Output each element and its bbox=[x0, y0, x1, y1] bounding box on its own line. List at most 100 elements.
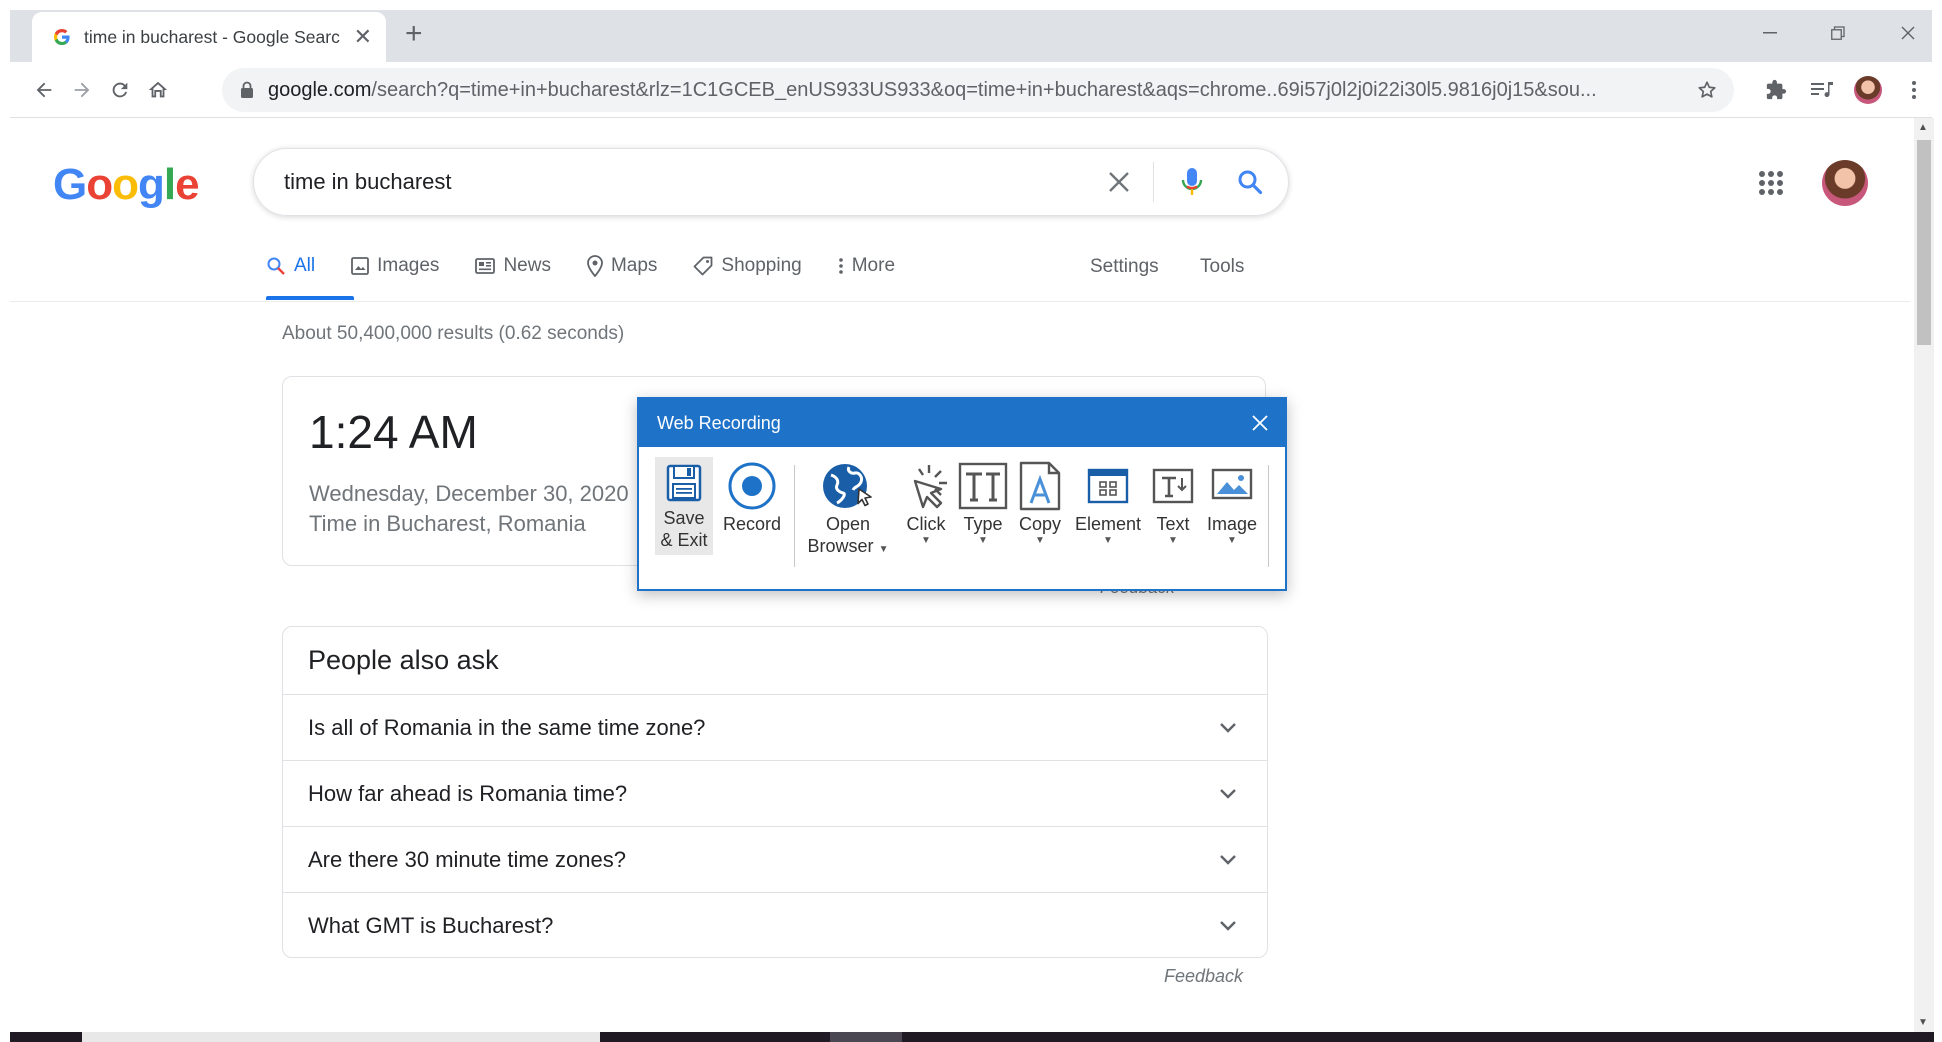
os-taskbar bbox=[10, 1032, 1934, 1042]
tag-icon bbox=[693, 256, 713, 276]
taskbar-item[interactable] bbox=[830, 1032, 902, 1042]
text-button[interactable]: Text ▼ bbox=[1145, 459, 1201, 547]
image-icon bbox=[351, 257, 370, 275]
dropdown-caret-icon: ▼ bbox=[878, 544, 889, 555]
tool-label: Text bbox=[1156, 514, 1190, 534]
google-apps-icon[interactable] bbox=[1758, 170, 1784, 201]
tab-label: Shopping bbox=[721, 255, 802, 276]
tool-label: Click bbox=[906, 514, 946, 534]
dropdown-caret-icon: ▼ bbox=[978, 535, 988, 546]
element-button[interactable]: Element ▼ bbox=[1073, 459, 1143, 547]
paa-question[interactable]: Are there 30 minute time zones? bbox=[283, 827, 1267, 893]
paa-question-text: Are there 30 minute time zones? bbox=[308, 846, 626, 872]
tab-shopping[interactable]: Shopping bbox=[693, 248, 802, 284]
tool-label: Save bbox=[663, 508, 705, 528]
web-recording-dialog: Web Recording Save & Exit Record Open Br… bbox=[637, 397, 1287, 591]
browser-tab[interactable]: time in bucharest - Google Searc ✕ bbox=[32, 12, 386, 62]
forward-icon[interactable] bbox=[66, 74, 98, 106]
window-close-icon[interactable] bbox=[1888, 18, 1928, 48]
copy-button[interactable]: Copy ▼ bbox=[1011, 459, 1069, 547]
extensions-icon[interactable] bbox=[1760, 74, 1792, 106]
reload-icon[interactable] bbox=[104, 74, 136, 106]
profile-avatar[interactable] bbox=[1852, 74, 1884, 106]
click-button[interactable]: Click ▼ bbox=[897, 459, 955, 547]
search-input[interactable]: time in bucharest bbox=[284, 169, 1081, 195]
paa-title: People also ask bbox=[283, 627, 1267, 695]
tab-label: All bbox=[294, 255, 316, 276]
dropdown-caret-icon: ▼ bbox=[1103, 535, 1113, 546]
tool-label: Record bbox=[722, 514, 782, 534]
google-logo[interactable]: Google bbox=[53, 160, 200, 210]
tab-all[interactable]: All bbox=[266, 248, 315, 284]
people-also-ask: People also ask Is all of Romania in the… bbox=[282, 626, 1268, 958]
tool-label: Open bbox=[825, 514, 871, 534]
search-icon bbox=[266, 256, 286, 276]
account-avatar[interactable] bbox=[1822, 160, 1868, 206]
news-icon bbox=[475, 258, 496, 274]
more-vert-icon bbox=[838, 257, 844, 275]
image-icon bbox=[1211, 459, 1253, 513]
home-icon[interactable] bbox=[142, 74, 174, 106]
chevron-down-icon bbox=[1220, 921, 1236, 931]
url-host: google.com bbox=[268, 78, 372, 101]
tab-more[interactable]: More bbox=[838, 248, 895, 284]
browser-toolbar: google.com/search?q=time+in+bucharest&rl… bbox=[10, 62, 1932, 118]
paa-question[interactable]: Is all of Romania in the same time zone? bbox=[283, 695, 1267, 761]
tab-close-icon[interactable]: ✕ bbox=[354, 26, 372, 48]
browser-menu-icon[interactable] bbox=[1898, 74, 1930, 106]
scroll-thumb[interactable] bbox=[1917, 140, 1931, 345]
tab-strip: time in bucharest - Google Searc ✕ + bbox=[10, 10, 1932, 62]
save-floppy-icon bbox=[666, 459, 702, 507]
back-icon[interactable] bbox=[28, 74, 60, 106]
dialog-title: Web Recording bbox=[657, 412, 781, 433]
map-pin-icon bbox=[587, 255, 603, 277]
search-box[interactable]: time in bucharest bbox=[253, 148, 1289, 216]
paa-question-text: Is all of Romania in the same time zone? bbox=[308, 714, 706, 740]
feedback-link[interactable]: Feedback bbox=[1164, 966, 1243, 987]
dropdown-caret-icon: ▼ bbox=[1168, 535, 1178, 546]
type-text-icon bbox=[958, 459, 1008, 513]
dialog-close-icon[interactable] bbox=[1251, 414, 1269, 432]
type-button[interactable]: Type ▼ bbox=[957, 459, 1009, 547]
url-path: /search?q=time+in+bucharest&rlz=1C1GCEB_… bbox=[371, 78, 1597, 101]
settings-link[interactable]: Settings bbox=[1090, 256, 1159, 278]
record-icon bbox=[727, 459, 777, 513]
image-button[interactable]: Image ▼ bbox=[1201, 459, 1263, 547]
tab-maps[interactable]: Maps bbox=[587, 248, 657, 284]
tool-label: Type bbox=[963, 514, 1003, 534]
clear-search-icon[interactable] bbox=[1099, 162, 1139, 202]
tool-label: Browser ▼ bbox=[808, 535, 889, 557]
open-browser-button[interactable]: Open Browser ▼ bbox=[805, 459, 891, 557]
minimize-icon[interactable] bbox=[1750, 18, 1790, 48]
dialog-header: Web Recording bbox=[639, 399, 1285, 447]
save-exit-button[interactable]: Save & Exit bbox=[655, 457, 713, 555]
record-button[interactable]: Record bbox=[721, 459, 783, 535]
address-bar[interactable]: google.com/search?q=time+in+bucharest&rl… bbox=[222, 68, 1734, 112]
globe-cursor-icon bbox=[821, 459, 875, 513]
google-favicon-icon bbox=[54, 29, 70, 45]
restore-icon[interactable] bbox=[1818, 18, 1858, 48]
new-tab-icon[interactable]: + bbox=[405, 19, 423, 49]
page-scrollbar[interactable]: ▲ ▼ bbox=[1914, 118, 1934, 1032]
lock-icon[interactable] bbox=[240, 81, 254, 99]
bookmark-star-icon[interactable] bbox=[1696, 79, 1718, 101]
scroll-down-icon[interactable]: ▼ bbox=[1918, 1017, 1928, 1028]
tools-link[interactable]: Tools bbox=[1200, 256, 1244, 278]
taskbar-item[interactable] bbox=[82, 1032, 600, 1042]
tab-news[interactable]: News bbox=[475, 248, 551, 284]
tool-label: Element bbox=[1074, 514, 1142, 534]
tab-label: More bbox=[851, 255, 896, 276]
paa-question[interactable]: How far ahead is Romania time? bbox=[283, 761, 1267, 827]
url-text[interactable]: google.com/search?q=time+in+bucharest&rl… bbox=[268, 79, 1682, 102]
scroll-up-icon[interactable]: ▲ bbox=[1918, 122, 1928, 133]
tab-label: News bbox=[503, 255, 551, 276]
voice-search-mic-icon[interactable] bbox=[1172, 162, 1212, 202]
paa-question[interactable]: What GMT is Bucharest? bbox=[283, 893, 1267, 959]
dropdown-caret-icon: ▼ bbox=[921, 535, 931, 546]
toolbar-separator bbox=[1268, 465, 1269, 567]
tab-images[interactable]: Images bbox=[351, 248, 439, 284]
search-icon[interactable] bbox=[1230, 162, 1270, 202]
tab-label: Maps bbox=[610, 255, 658, 276]
dropdown-caret-icon: ▼ bbox=[1035, 535, 1045, 546]
media-control-icon[interactable] bbox=[1806, 74, 1838, 106]
